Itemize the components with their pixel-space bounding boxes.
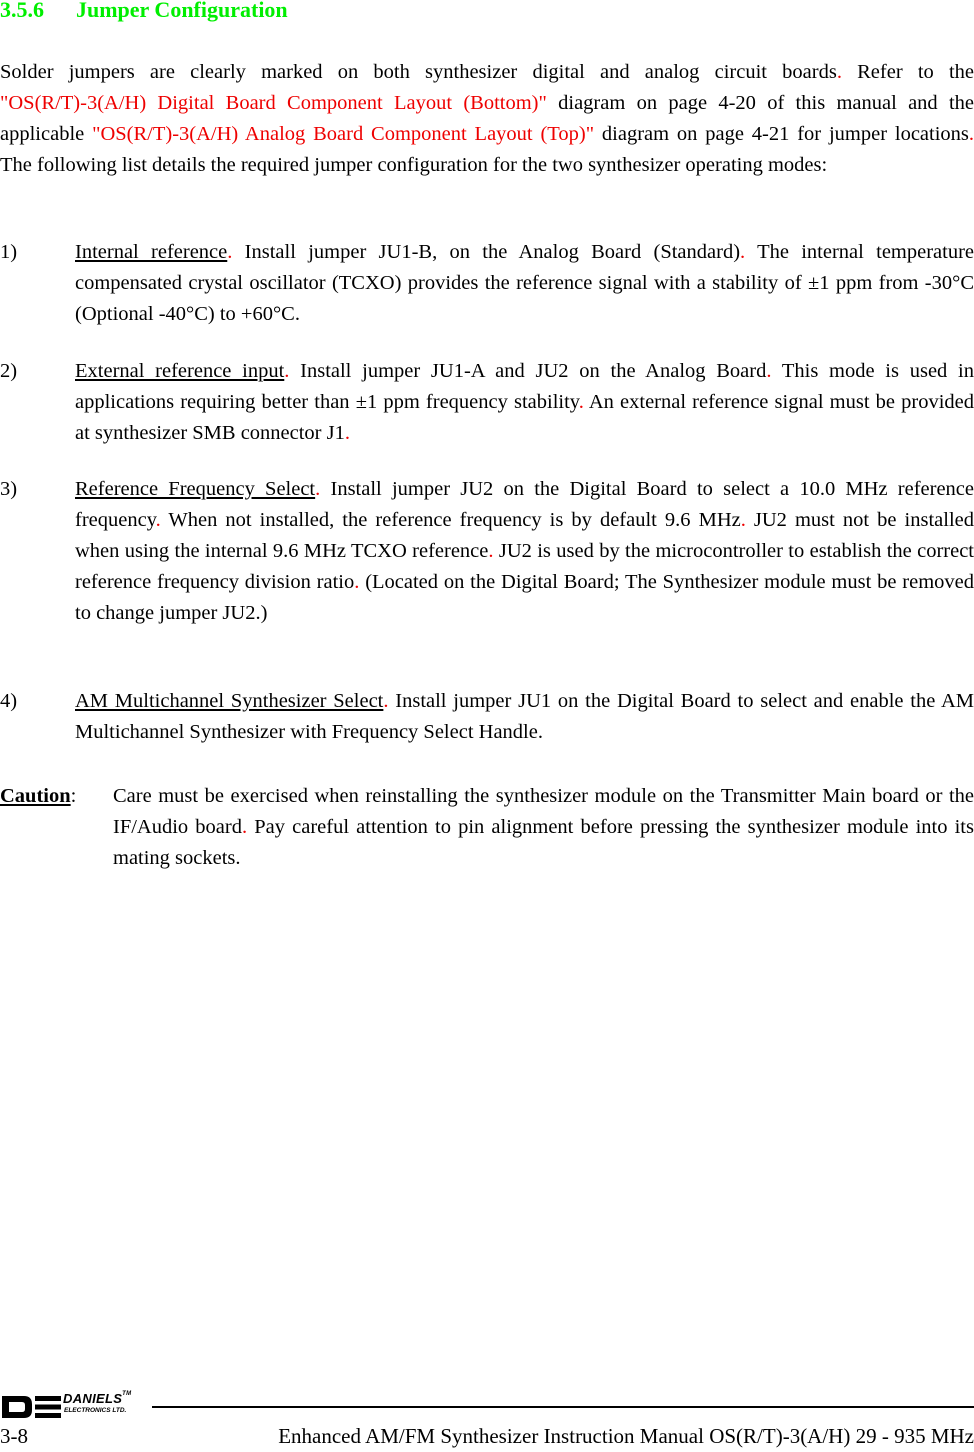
caution-label: Caution: (0, 781, 76, 812)
section-number: 3.5.6 (0, 0, 44, 22)
caution-colon: : (70, 785, 77, 807)
list-item-title: AM Multichannel Synthesizer Select (75, 690, 384, 712)
list-item-number: 1) (0, 241, 18, 263)
footer-divider (152, 1406, 974, 1408)
manual-title: Enhanced AM/FM Synthesizer Instruction M… (278, 1424, 974, 1448)
dot: . (344, 422, 350, 444)
list-item: 3) Reference Frequency Select. Install j… (0, 474, 974, 629)
list-item-title: Reference Frequency Select (75, 478, 316, 500)
list-item: 4) AM Multichannel Synthesizer Select. I… (0, 686, 974, 748)
list-item: 2) External reference input. Install jum… (0, 356, 974, 449)
logo-name: DANIELSTM (63, 1391, 131, 1406)
caution-note: Caution: Care must be exercised when rei… (0, 781, 974, 874)
intro-text: Solder jumpers are clearly marked on bot… (0, 61, 837, 83)
intro-text: diagram on page 4-21 for jumper location… (594, 123, 969, 145)
section-title: Jumper Configuration (76, 0, 288, 22)
logo-subtitle: ELECTRONICS LTD. (64, 1407, 127, 1414)
list-item: 1) Internal reference. Install jumper JU… (0, 237, 974, 330)
page-number: 3-8 (0, 1424, 28, 1448)
list-item-title: External reference input (75, 360, 285, 382)
list-item-title: Internal reference (75, 241, 228, 263)
de-logo-icon (2, 1396, 61, 1418)
daniels-logo: DANIELSTM ELECTRONICS LTD. (2, 1391, 152, 1421)
intro-dot: . (968, 123, 974, 145)
list-item-number: 3) (0, 478, 18, 500)
list-item-text: Install jumper JU1-B, on the Analog Boar… (232, 241, 741, 263)
caution-label-text: Caution (0, 785, 71, 807)
intro-paragraph: Solder jumpers are clearly marked on bot… (0, 57, 974, 181)
list-item-number: 2) (0, 360, 18, 382)
digital-board-layout-reference: "OS(R/T)-3(A/H) Digital Board Component … (0, 92, 547, 114)
trademark-mark: TM (122, 1391, 132, 1397)
list-item-text: When not installed, the reference freque… (160, 509, 741, 531)
logo-name-text: DANIELS (63, 1391, 123, 1406)
list-item-text: Install jumper JU1-A and JU2 on the Anal… (289, 360, 767, 382)
section-heading: 3.5.6 Jumper Configuration (0, 0, 288, 23)
list-item-number: 4) (0, 690, 18, 712)
analog-board-layout-reference: "OS(R/T)-3(A/H) Analog Board Component L… (92, 123, 595, 145)
intro-text: Refer to the (841, 61, 974, 83)
intro-text: The following list details the required … (0, 154, 828, 176)
